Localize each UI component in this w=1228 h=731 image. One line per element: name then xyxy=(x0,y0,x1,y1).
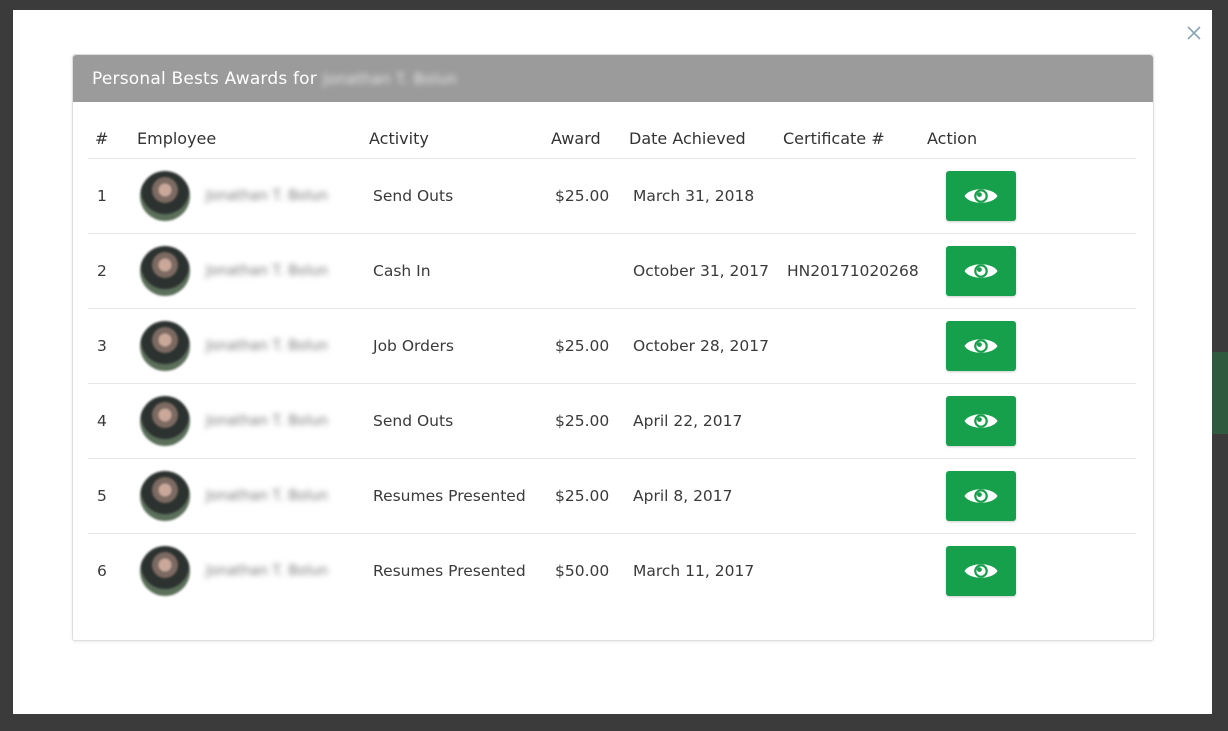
table-row: 6 Jonathan T. Bolun Resumes Presented $50.0… xyxy=(88,533,1136,608)
table-header-row: # Employee Activity Award Date Achieved … xyxy=(88,118,1136,159)
employee-name: Jonathan T. Bolun xyxy=(206,413,329,429)
employee-name: Jonathan T. Bolun xyxy=(206,263,329,279)
eye-icon xyxy=(964,564,998,578)
eye-icon xyxy=(964,339,998,353)
view-button[interactable] xyxy=(946,396,1016,446)
eye-icon xyxy=(964,489,998,503)
eye-icon xyxy=(964,414,998,428)
activity-cell: Cash In xyxy=(369,233,551,309)
date-cell: March 31, 2018 xyxy=(629,158,783,234)
action-cell xyxy=(927,533,1136,608)
eye-icon xyxy=(964,189,998,203)
employee-name: Jonathan T. Bolun xyxy=(206,338,329,354)
col-header-action: Action xyxy=(927,128,978,148)
certificate-cell: HN20171020268 xyxy=(783,233,927,309)
eye-icon xyxy=(964,264,998,278)
view-button[interactable] xyxy=(946,471,1016,521)
date-cell: April 22, 2017 xyxy=(629,383,783,459)
award-cell: $25.00 xyxy=(551,158,629,234)
background-accent xyxy=(1212,352,1228,434)
activity-cell: Job Orders xyxy=(369,308,551,384)
avatar xyxy=(140,171,190,221)
view-button[interactable] xyxy=(946,171,1016,221)
col-header-activity: Activity xyxy=(369,128,429,148)
row-number: 5 xyxy=(88,458,137,534)
employee-cell: Jonathan T. Bolun xyxy=(137,233,369,309)
award-cell: $25.00 xyxy=(551,458,629,534)
action-cell xyxy=(927,458,1136,534)
employee-name: Jonathan T. Bolun xyxy=(206,488,329,504)
table-row: 5 Jonathan T. Bolun Resumes Presented $25.0… xyxy=(88,458,1136,534)
row-number: 1 xyxy=(88,158,137,234)
row-number: 4 xyxy=(88,383,137,459)
awards-table: # Employee Activity Award Date Achieved … xyxy=(88,118,1136,608)
employee-cell: Jonathan T. Bolun xyxy=(137,383,369,459)
action-cell xyxy=(927,308,1136,384)
col-header-date: Date Achieved xyxy=(629,128,746,148)
employee-name: Jonathan T. Bolun xyxy=(206,563,329,579)
card-header: Personal Bests Awards for Jonathan T. Bo… xyxy=(73,55,1153,102)
avatar xyxy=(140,321,190,371)
certificate-cell xyxy=(783,458,927,534)
view-button[interactable] xyxy=(946,321,1016,371)
activity-cell: Send Outs xyxy=(369,158,551,234)
close-button[interactable] xyxy=(1183,22,1205,44)
activity-cell: Send Outs xyxy=(369,383,551,459)
employee-cell: Jonathan T. Bolun xyxy=(137,158,369,234)
employee-cell: Jonathan T. Bolun xyxy=(137,533,369,608)
employee-name: Jonathan T. Bolun xyxy=(206,188,329,204)
col-header-num: # xyxy=(95,128,109,148)
modal-title-name: Jonathan T. Bolun xyxy=(322,69,458,88)
award-cell: $50.00 xyxy=(551,533,629,608)
certificate-cell xyxy=(783,308,927,384)
row-number: 3 xyxy=(88,308,137,384)
view-button[interactable] xyxy=(946,546,1016,596)
col-header-award: Award xyxy=(551,128,601,148)
modal-title: Personal Bests Awards for xyxy=(92,68,317,89)
awards-card: Personal Bests Awards for Jonathan T. Bo… xyxy=(72,54,1154,641)
employee-cell: Jonathan T. Bolun xyxy=(137,308,369,384)
date-cell: October 31, 2017 xyxy=(629,233,783,309)
certificate-cell xyxy=(783,533,927,608)
action-cell xyxy=(927,233,1136,309)
date-cell: October 28, 2017 xyxy=(629,308,783,384)
date-cell: March 11, 2017 xyxy=(629,533,783,608)
table-row: 2 Jonathan T. Bolun Cash In October 31, 201… xyxy=(88,233,1136,309)
col-header-employee: Employee xyxy=(137,128,217,148)
certificate-cell xyxy=(783,383,927,459)
employee-cell: Jonathan T. Bolun xyxy=(137,458,369,534)
avatar xyxy=(140,246,190,296)
table-row: 3 Jonathan T. Bolun Job Orders $25.00 Octobe… xyxy=(88,308,1136,384)
award-cell: $25.00 xyxy=(551,383,629,459)
avatar xyxy=(140,546,190,596)
avatar xyxy=(140,396,190,446)
activity-cell: Resumes Presented xyxy=(369,458,551,534)
view-button[interactable] xyxy=(946,246,1016,296)
row-number: 6 xyxy=(88,533,137,608)
certificate-cell xyxy=(783,158,927,234)
date-cell: April 8, 2017 xyxy=(629,458,783,534)
awards-modal: Personal Bests Awards for Jonathan T. Bo… xyxy=(13,10,1212,714)
table-row: 4 Jonathan T. Bolun Send Outs $25.00 April 2… xyxy=(88,383,1136,459)
avatar xyxy=(140,471,190,521)
activity-cell: Resumes Presented xyxy=(369,533,551,608)
col-header-certificate: Certificate # xyxy=(783,128,885,148)
action-cell xyxy=(927,383,1136,459)
award-cell: $25.00 xyxy=(551,308,629,384)
row-number: 2 xyxy=(88,233,137,309)
close-icon xyxy=(1187,26,1201,40)
action-cell xyxy=(927,158,1136,234)
table-row: 1 Jonathan T. Bolun Send Outs $25.00 March 3… xyxy=(88,158,1136,234)
award-cell xyxy=(551,233,629,309)
